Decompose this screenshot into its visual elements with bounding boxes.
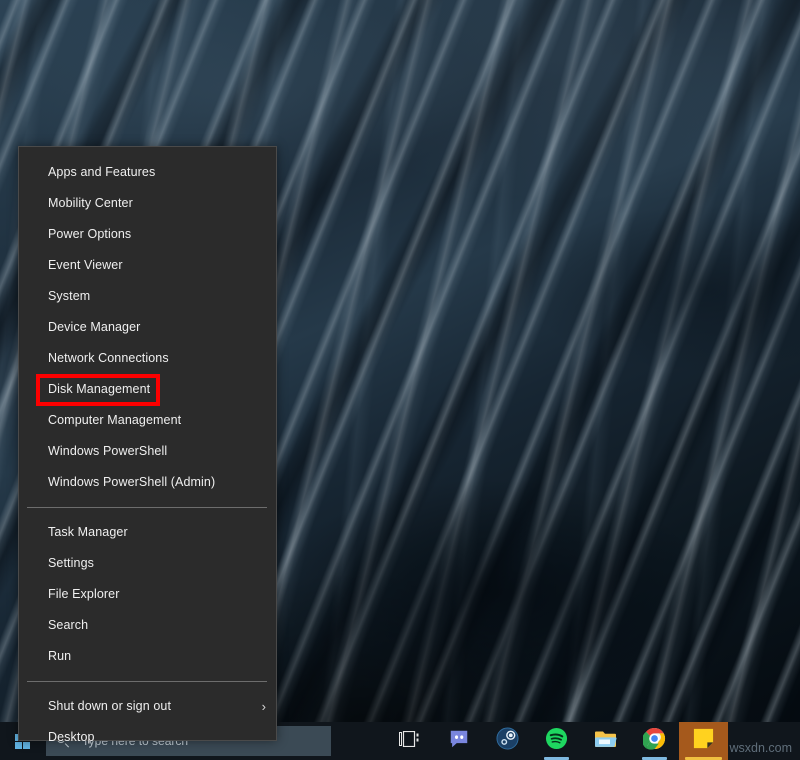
- menu-item-label: Windows PowerShell: [48, 444, 167, 458]
- menu-item-label: Mobility Center: [48, 196, 133, 210]
- taskbar-button-spotify[interactable]: [532, 722, 581, 760]
- menu-item-shut-down-or-sign-out[interactable]: Shut down or sign out ›: [19, 691, 276, 722]
- menu-separator-2: [27, 681, 267, 682]
- menu-item-label: Disk Management: [48, 382, 150, 396]
- menu-top-spacer: [19, 147, 276, 157]
- taskbar-button-sticky-notes[interactable]: [679, 722, 728, 760]
- menu-item-mobility-center[interactable]: Mobility Center: [19, 188, 276, 219]
- sticky-notes-icon: [692, 727, 715, 755]
- menu-item-run[interactable]: Run: [19, 641, 276, 672]
- menu-item-search[interactable]: Search: [19, 610, 276, 641]
- menu-item-label: System: [48, 289, 90, 303]
- chrome-icon: [643, 727, 666, 755]
- menu-item-settings[interactable]: Settings: [19, 548, 276, 579]
- taskbar-pinned-apps: [385, 722, 728, 760]
- chevron-right-icon: ›: [262, 691, 266, 722]
- menu-group-session: Shut down or sign out › Desktop: [19, 691, 276, 753]
- steam-icon: [496, 727, 519, 755]
- menu-item-label: Power Options: [48, 227, 131, 241]
- menu-item-label: Windows PowerShell (Admin): [48, 475, 215, 489]
- menu-item-task-manager[interactable]: Task Manager: [19, 517, 276, 548]
- menu-item-label: Run: [48, 649, 71, 663]
- menu-item-apps-and-features[interactable]: Apps and Features: [19, 157, 276, 188]
- menu-item-label: Desktop: [48, 730, 95, 744]
- menu-item-file-explorer[interactable]: File Explorer: [19, 579, 276, 610]
- menu-item-power-options[interactable]: Power Options: [19, 219, 276, 250]
- watermark-text: wsxdn.com: [729, 741, 792, 755]
- desktop-screen: Apps and Features Mobility Center Power …: [0, 0, 800, 760]
- taskbar-button-chrome[interactable]: [630, 722, 679, 760]
- spotify-icon: [545, 727, 568, 755]
- menu-group-tools: Task Manager Settings File Explorer Sear…: [19, 517, 276, 672]
- menu-item-label: Device Manager: [48, 320, 140, 334]
- menu-item-label: Computer Management: [48, 413, 181, 427]
- folder-icon: [594, 728, 618, 754]
- menu-item-event-viewer[interactable]: Event Viewer: [19, 250, 276, 281]
- discord-icon: [448, 728, 470, 755]
- taskbar-button-task-view[interactable]: [385, 722, 434, 760]
- menu-item-label: Apps and Features: [48, 165, 155, 179]
- menu-item-computer-management[interactable]: Computer Management: [19, 405, 276, 436]
- menu-item-network-connections[interactable]: Network Connections: [19, 343, 276, 374]
- menu-item-disk-management[interactable]: Disk Management: [19, 374, 276, 405]
- menu-item-label: Network Connections: [48, 351, 169, 365]
- menu-item-label: Shut down or sign out: [48, 699, 171, 713]
- menu-item-windows-powershell[interactable]: Windows PowerShell: [19, 436, 276, 467]
- menu-item-windows-powershell-admin[interactable]: Windows PowerShell (Admin): [19, 467, 276, 498]
- menu-item-label: Task Manager: [48, 525, 128, 539]
- menu-item-system[interactable]: System: [19, 281, 276, 312]
- menu-item-device-manager[interactable]: Device Manager: [19, 312, 276, 343]
- task-view-icon: [399, 731, 420, 752]
- taskbar-button-steam[interactable]: [483, 722, 532, 760]
- menu-item-label: File Explorer: [48, 587, 119, 601]
- menu-bottom-spacer: [19, 753, 276, 760]
- taskbar-button-discord[interactable]: [434, 722, 483, 760]
- menu-item-desktop[interactable]: Desktop: [19, 722, 276, 753]
- power-user-menu[interactable]: Apps and Features Mobility Center Power …: [18, 146, 277, 741]
- menu-item-label: Settings: [48, 556, 94, 570]
- menu-group-system: Apps and Features Mobility Center Power …: [19, 157, 276, 498]
- menu-separator-1: [27, 507, 267, 508]
- menu-item-label: Search: [48, 618, 88, 632]
- taskbar-button-file-explorer[interactable]: [581, 722, 630, 760]
- menu-item-label: Event Viewer: [48, 258, 123, 272]
